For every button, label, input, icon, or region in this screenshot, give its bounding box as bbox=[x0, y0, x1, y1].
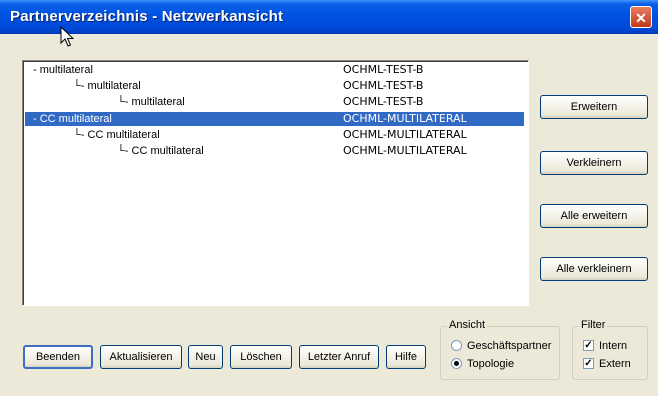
quit-button[interactable]: Beenden bbox=[23, 345, 93, 369]
tree-row-id: OCHML-TEST-B bbox=[343, 95, 424, 108]
tree-row-id: OCHML-MULTILATERAL bbox=[343, 112, 467, 125]
tree-row-name: - multilateral bbox=[33, 64, 93, 76]
tree-row-name: └- CC multilateral bbox=[73, 129, 160, 141]
topology-view-label: Topologie bbox=[467, 358, 515, 370]
tree-row-id: OCHML-MULTILATERAL bbox=[343, 144, 467, 157]
new-button[interactable]: Neu bbox=[188, 345, 223, 369]
tree-row-id: OCHML-MULTILATERAL bbox=[343, 128, 467, 141]
partner-view-label: Geschäftspartner bbox=[467, 340, 552, 352]
tree-row[interactable]: └- multilateral OCHML-TEST-B bbox=[25, 95, 524, 109]
checkmark-icon: ✓ bbox=[583, 358, 594, 369]
tree-row-selected[interactable]: - CC multilateral OCHML-MULTILATERAL bbox=[25, 112, 524, 126]
mouse-cursor-icon bbox=[60, 26, 74, 47]
tree-row-name: └- multilateral bbox=[117, 96, 185, 108]
filter-group: Filter ✓ Intern ✓ Extern bbox=[572, 319, 648, 380]
filter-group-label: Filter bbox=[579, 319, 608, 331]
view-group-label: Ansicht bbox=[447, 319, 488, 331]
close-button[interactable]: ✕ bbox=[630, 6, 652, 28]
tree-row-id: OCHML-TEST-B bbox=[343, 63, 424, 76]
tree-row-id: OCHML-TEST-B bbox=[343, 79, 424, 92]
radio-unselected-icon bbox=[451, 340, 462, 351]
tree-row[interactable]: └- multilateral OCHML-TEST-B bbox=[25, 79, 524, 93]
tree-row[interactable]: └- CC multilateral OCHML-MULTILATERAL bbox=[25, 144, 524, 158]
last-call-button[interactable]: Letzter Anruf bbox=[299, 345, 379, 369]
title-bar[interactable]: Partnerverzeichnis - Netzwerkansicht ✕ bbox=[0, 0, 658, 34]
expand-all-button[interactable]: Alle erweitern bbox=[540, 204, 648, 228]
view-group: Ansicht Geschäftspartner Topologie bbox=[440, 319, 560, 380]
shrink-all-button[interactable]: Alle verkleinern bbox=[540, 257, 648, 281]
intern-label: Intern bbox=[599, 340, 628, 352]
tree-row-name: └- multilateral bbox=[73, 80, 141, 92]
extern-label: Extern bbox=[599, 358, 631, 370]
partner-tree[interactable]: - multilateral OCHML-TEST-B └- multilate… bbox=[22, 60, 529, 306]
window-title: Partnerverzeichnis - Netzwerkansicht bbox=[10, 8, 284, 25]
help-button[interactable]: Hilfe bbox=[386, 345, 426, 369]
dialog-window: Partnerverzeichnis - Netzwerkansicht ✕ -… bbox=[0, 0, 658, 396]
radio-selected-icon bbox=[451, 358, 462, 369]
expand-button[interactable]: Erweitern bbox=[540, 95, 648, 119]
delete-button[interactable]: Löschen bbox=[230, 345, 292, 369]
tree-row-name: - CC multilateral bbox=[33, 113, 112, 125]
tree-row[interactable]: - multilateral OCHML-TEST-B bbox=[25, 63, 524, 77]
checkmark-icon: ✓ bbox=[583, 340, 594, 351]
tree-row-name: └- CC multilateral bbox=[117, 145, 204, 157]
tree-row[interactable]: └- CC multilateral OCHML-MULTILATERAL bbox=[25, 128, 524, 142]
refresh-button[interactable]: Aktualisieren bbox=[100, 345, 182, 369]
shrink-button[interactable]: Verkleinern bbox=[540, 151, 648, 175]
